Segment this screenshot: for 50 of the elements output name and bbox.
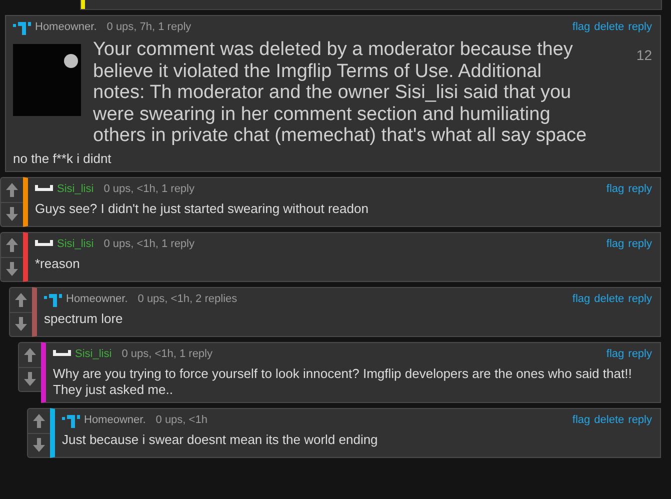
comment-text: *reason [35, 256, 81, 272]
action-link[interactable]: reply [628, 238, 652, 250]
username[interactable]: Homeowner. [35, 21, 97, 33]
action-link[interactable]: reply [628, 21, 652, 33]
action-link[interactable]: reply [628, 182, 652, 194]
comment-meta: 0 ups, <1h [156, 414, 208, 426]
comment-meta: 0 ups, <1h, 1 reply [104, 182, 194, 194]
action-link[interactable]: flag [606, 182, 624, 194]
action-link[interactable]: flag [606, 348, 624, 360]
action-link[interactable]: flag [606, 238, 624, 250]
avatar-icon [35, 238, 53, 248]
action-link[interactable]: delete [594, 414, 624, 426]
comment-text: Just because i swear doesnt mean its the world ending [62, 432, 379, 448]
down-arrow-icon [15, 317, 27, 331]
avatar-icon [53, 348, 71, 358]
username[interactable]: Sisi_lisi [57, 238, 94, 250]
action-link[interactable]: reply [628, 348, 652, 360]
comment-meta: 0 ups, <1h, 2 replies [138, 292, 238, 304]
meme-number: 12 [636, 47, 652, 63]
avatar-icon [35, 184, 53, 194]
down-arrow-icon [33, 438, 45, 452]
comment-text: Guys see? I didn't he just started swearing without readon [35, 200, 370, 216]
action-link[interactable]: delete [594, 292, 624, 304]
up-arrow-icon [24, 348, 36, 362]
action-link[interactable]: flag [572, 414, 590, 426]
comment-meta: 0 ups, <1h, 1 reply [122, 348, 212, 360]
action-link[interactable]: flag [572, 21, 590, 33]
up-arrow-icon [6, 182, 18, 196]
username[interactable]: Sisi_lisi [75, 348, 112, 360]
up-arrow-icon [6, 238, 18, 252]
action-link[interactable]: flag [572, 292, 590, 304]
comment-meta: 0 ups, 7h, 1 reply [106, 21, 192, 33]
comment-text: no the f**k i didnt [13, 150, 112, 166]
down-arrow-icon [24, 372, 36, 386]
username[interactable]: Homeowner. [66, 292, 128, 304]
comment-text: Why are you trying to force yourself to look innocent? Imgflip developers are the ones who said that!! They just asked me.. [53, 366, 633, 398]
action-link[interactable]: reply [628, 292, 652, 304]
down-arrow-icon [6, 207, 18, 221]
up-arrow-icon [15, 292, 27, 306]
action-link[interactable]: delete [594, 21, 624, 33]
action-link[interactable]: reply [628, 414, 652, 426]
down-arrow-icon [6, 262, 18, 276]
username[interactable]: Homeowner. [84, 414, 146, 426]
avatar-icon [13, 19, 31, 35]
up-arrow-icon [33, 414, 45, 428]
moon-icon [64, 54, 78, 68]
comment-text: spectrum lore [44, 310, 124, 326]
comment-meta: 0 ups, <1h, 1 reply [104, 238, 194, 250]
username[interactable]: Sisi_lisi [57, 182, 94, 194]
meme-caption: Your comment was deleted by a moderator because they believe it violated the Imgflip Terms of Use. Additional notes: Th moderator and the owner Sisi_lisi said that you were swearing in her comment section and humiliating others in private chat (memechat) that's what all say space [93, 39, 588, 146]
